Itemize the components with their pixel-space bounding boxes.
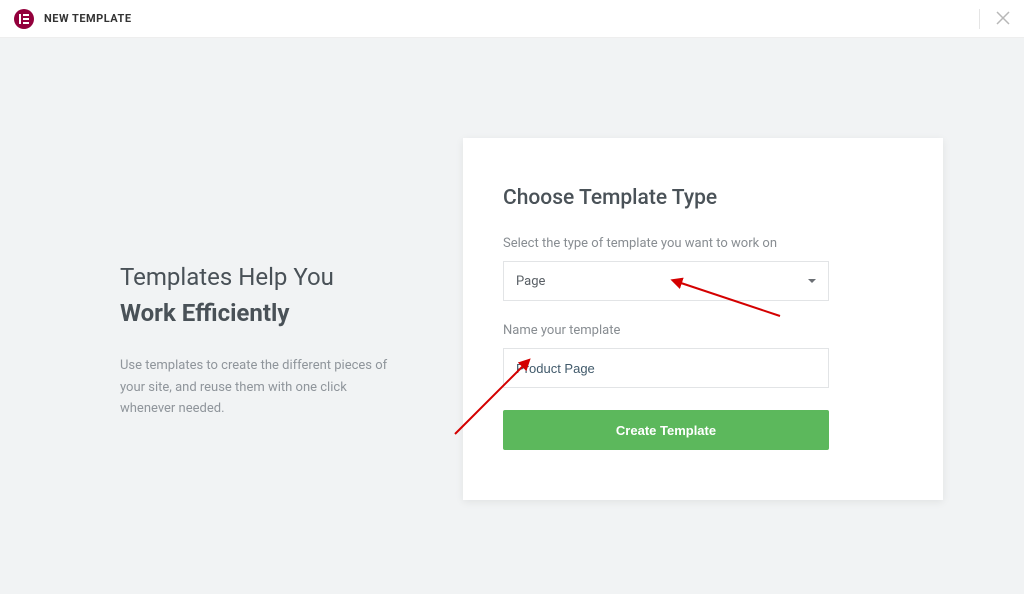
chevron-down-icon [808,279,816,283]
header-title: NEW TEMPLATE [44,12,132,25]
template-card: Choose Template Type Select the type of … [463,138,943,500]
elementor-logo-icon [19,14,29,24]
left-body-text: Use templates to create the different pi… [120,355,400,419]
left-column: Templates Help You Work Efficiently Use … [0,38,460,594]
content-area: Templates Help You Work Efficiently Use … [0,38,1024,594]
name-label: Name your template [503,323,903,338]
left-heading-line2: Work Efficiently [120,296,460,331]
create-template-button[interactable]: Create Template [503,410,829,450]
card-title: Choose Template Type [503,186,903,210]
close-icon [996,11,1010,25]
type-select[interactable]: Page [503,261,829,301]
type-select-wrap: Page [503,261,903,301]
type-label: Select the type of template you want to … [503,236,903,251]
close-divider [979,9,980,29]
left-heading-line1: Templates Help You [120,258,460,296]
template-name-input[interactable] [503,348,829,388]
type-select-value: Page [516,274,545,289]
elementor-logo [14,9,34,29]
close-button[interactable] [992,8,1014,30]
modal-header: NEW TEMPLATE [0,0,1024,38]
close-wrap [979,8,1014,30]
